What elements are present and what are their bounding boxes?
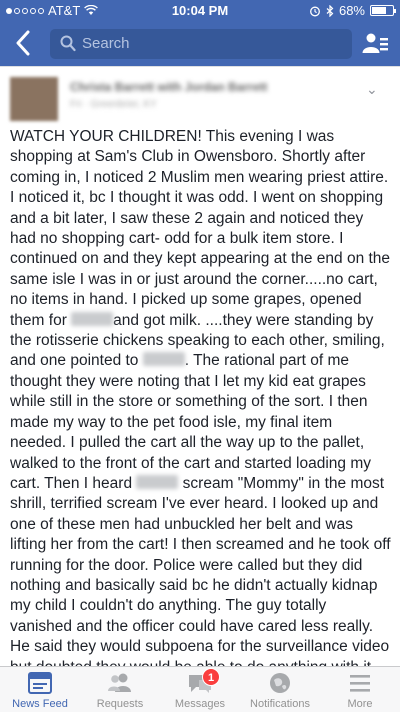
bottom-tab-bar: News Feed Requests 1 Messages Notificati… — [0, 666, 400, 712]
search-icon — [60, 35, 76, 52]
more-icon — [350, 675, 370, 692]
tab-label: Messages — [174, 698, 226, 710]
tab-messages[interactable]: 1 Messages — [160, 667, 240, 712]
requests-icon — [108, 673, 131, 692]
post-text: WATCH YOUR CHILDREN! This evening I was … — [10, 128, 391, 666]
battery-icon — [370, 5, 396, 16]
back-button[interactable] — [8, 26, 38, 60]
tab-label: More — [347, 698, 373, 710]
battery-percent: 68% — [338, 3, 365, 18]
redacted-name — [71, 311, 114, 326]
news-feed-icon — [28, 672, 52, 694]
friends-list-icon[interactable] — [362, 32, 388, 56]
post-author[interactable]: Christa Barrett with Jordan Barrett — [70, 80, 310, 94]
tab-notifications[interactable]: Notifications — [240, 667, 320, 712]
tab-news-feed[interactable]: News Feed — [0, 667, 80, 712]
back-chevron-icon — [16, 30, 30, 56]
status-bar: AT&T 10:04 PM 68% — [0, 0, 400, 20]
redacted-name — [136, 474, 179, 489]
bluetooth-icon — [326, 4, 334, 17]
navigation-bar: Search — [0, 20, 400, 66]
search-input[interactable]: Search — [50, 29, 352, 59]
search-placeholder: Search — [82, 35, 130, 52]
tab-more[interactable]: More — [320, 667, 400, 712]
notifications-icon — [270, 673, 290, 693]
alarm-icon — [310, 6, 320, 16]
tab-label: News Feed — [12, 698, 68, 710]
tab-requests[interactable]: Requests — [80, 667, 160, 712]
top-bar: AT&T 10:04 PM 68% Search — [0, 0, 400, 66]
tab-label: Notifications — [250, 698, 310, 710]
messages-badge: 1 — [202, 668, 220, 686]
author-avatar[interactable] — [10, 77, 58, 121]
post-card: Christa Barrett with Jordan Barrett Fri … — [0, 66, 400, 666]
post-options-chevron-icon[interactable]: ⌄ — [366, 81, 378, 98]
post-meta: Fri · Greenbrier, KY — [70, 99, 157, 110]
redacted-name — [142, 352, 185, 367]
tab-label: Requests — [96, 698, 144, 710]
